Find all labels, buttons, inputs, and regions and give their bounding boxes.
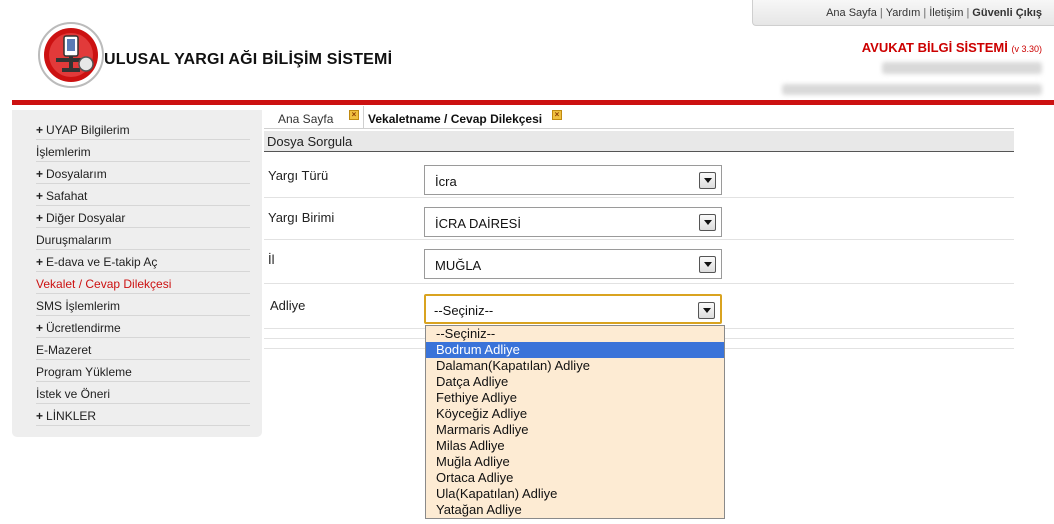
tab-home-label: Ana Sayfa xyxy=(278,112,334,126)
tab-bar: Ana Sayfa × Vekaletname / Cevap Dilekçes… xyxy=(264,106,1054,128)
sidebar-item-label: Diğer Dosyalar xyxy=(46,211,126,225)
adliye-value: --Seçiniz-- xyxy=(434,303,494,318)
il-select[interactable]: MUĞLA xyxy=(424,249,722,279)
sidebar-item[interactable]: + UYAP Bilgilerim xyxy=(36,118,250,140)
sidebar-item[interactable]: SMS İşlemlerim xyxy=(36,294,250,316)
dropdown-option[interactable]: --Seçiniz-- xyxy=(426,326,724,342)
section-title: Dosya Sorgula xyxy=(264,131,1014,152)
adliye-select[interactable]: --Seçiniz-- xyxy=(424,294,722,324)
tab-vekaletname-label: Vekaletname / Cevap Dilekçesi xyxy=(368,112,543,126)
link-separator: | xyxy=(966,7,970,19)
yargi-birimi-value: İCRA DAİRESİ xyxy=(435,216,521,231)
yargi-turu-select[interactable]: İcra xyxy=(424,165,722,195)
contact-link[interactable]: İletişim xyxy=(929,7,963,19)
sidebar-item[interactable]: + Safahat xyxy=(36,184,250,206)
sidebar-item-label: Safahat xyxy=(46,189,88,203)
header-red-divider xyxy=(12,100,1054,105)
sidebar-item-label: E-Mazeret xyxy=(36,343,92,357)
adliye-label: Adliye xyxy=(270,298,306,313)
sidebar-item-label: LİNKLER xyxy=(46,409,97,423)
close-icon[interactable]: × xyxy=(552,110,562,120)
expand-plus-icon: + xyxy=(36,123,44,137)
expand-plus-icon: + xyxy=(36,321,44,335)
sidebar-item[interactable]: + Diğer Dosyalar xyxy=(36,206,250,228)
dropdown-option[interactable]: Datça Adliye xyxy=(426,374,724,390)
sidebar-item[interactable]: E-Mazeret xyxy=(36,338,250,360)
site-title: ULUSAL YARGI AĞI BİLİŞİM SİSTEMİ xyxy=(104,51,393,68)
yargi-birimi-select[interactable]: İCRA DAİRESİ xyxy=(424,207,722,237)
sidebar-item-label: İşlemlerim xyxy=(36,145,91,159)
dropdown-option[interactable]: Yatağan Adliye xyxy=(426,502,724,518)
sidebar-item-label: UYAP Bilgilerim xyxy=(46,123,130,137)
sidebar-item[interactable]: + Ücretlendirme xyxy=(36,316,250,338)
sidebar-item-label: Duruşmalarım xyxy=(36,233,112,247)
sidebar-item[interactable]: + Dosyalarım xyxy=(36,162,250,184)
expand-plus-icon: + xyxy=(36,255,44,269)
tab-underline xyxy=(264,128,1014,129)
dropdown-option[interactable]: Ula(Kapatılan) Adliye xyxy=(426,486,724,502)
yargi-birimi-label: Yargı Birimi xyxy=(268,210,335,225)
adliye-dropdown-list: --Seçiniz-- Bodrum Adliye Dalaman(Kapatıla… xyxy=(425,325,725,519)
link-separator: | xyxy=(879,7,883,19)
sidebar-menu: + UYAP Bilgilerim İşlemlerim + Dosyalarım + Sa… xyxy=(12,110,262,437)
sidebar-item-label: E-dava ve E-takip Aç xyxy=(46,255,158,269)
logout-link[interactable]: Güvenli Çıkış xyxy=(972,7,1042,19)
dropdown-option[interactable]: Ortaca Adliye xyxy=(426,470,724,486)
expand-plus-icon: + xyxy=(36,167,44,181)
chevron-down-icon[interactable] xyxy=(699,256,716,273)
il-value: MUĞLA xyxy=(435,258,482,273)
app-title-text: AVUKAT BİLGİ SİSTEMİ xyxy=(861,40,1008,55)
tab-vekaletname[interactable]: Vekaletname / Cevap Dilekçesi × xyxy=(364,106,562,128)
dropdown-option[interactable]: Bodrum Adliye xyxy=(426,342,724,358)
chevron-down-icon[interactable] xyxy=(699,214,716,231)
home-link[interactable]: Ana Sayfa xyxy=(826,7,877,19)
sidebar-item-label: Dosyalarım xyxy=(46,167,107,181)
app-title: AVUKAT BİLGİ SİSTEMİ (v 3.30) xyxy=(862,40,1042,55)
dropdown-option[interactable]: Marmaris Adliye xyxy=(426,422,724,438)
blurred-user-info xyxy=(882,62,1042,74)
top-links-bar: Ana Sayfa | Yardım | İletişim | Güvenli Çıkış xyxy=(752,0,1054,26)
dropdown-option[interactable]: Fethiye Adliye xyxy=(426,390,724,406)
link-separator: | xyxy=(923,7,927,19)
sidebar-item[interactable]: İstek ve Öneri xyxy=(36,382,250,404)
expand-plus-icon: + xyxy=(36,211,44,225)
page-header: Ana Sayfa | Yardım | İletişim | Güvenli Çıkış … xyxy=(0,0,1054,102)
form-row-yargi-turu: Yargı Türü İcra xyxy=(264,156,1014,198)
uyap-logo-icon xyxy=(38,22,104,88)
dropdown-option[interactable]: Milas Adliye xyxy=(426,438,724,454)
help-link[interactable]: Yardım xyxy=(886,7,921,19)
dropdown-option[interactable]: Köyceğiz Adliye xyxy=(426,406,724,422)
yargi-turu-label: Yargı Türü xyxy=(268,168,329,183)
form-row-yargi-birimi: Yargı Birimi İCRA DAİRESİ xyxy=(264,198,1014,240)
sidebar-item[interactable]: Duruşmalarım xyxy=(36,228,250,250)
yargi-turu-value: İcra xyxy=(435,174,457,189)
tab-home[interactable]: Ana Sayfa × xyxy=(264,106,364,128)
sidebar-item-label: Ücretlendirme xyxy=(46,321,121,335)
dropdown-option[interactable]: Muğla Adliye xyxy=(426,454,724,470)
sidebar-item[interactable]: İşlemlerim xyxy=(36,140,250,162)
il-label: İl xyxy=(268,252,275,267)
sidebar-item-label: Program Yükleme xyxy=(36,365,132,379)
close-icon[interactable]: × xyxy=(349,110,359,120)
sidebar-item[interactable]: + LİNKLER xyxy=(36,404,250,426)
expand-plus-icon: + xyxy=(36,409,44,423)
app-version: (v 3.30) xyxy=(1011,44,1042,54)
blurred-date-info xyxy=(782,84,1042,95)
expand-plus-icon: + xyxy=(36,189,44,203)
sidebar-item-label: Vekalet / Cevap Dilekçesi xyxy=(36,277,172,291)
form-row-il: İl MUĞLA xyxy=(264,240,1014,284)
chevron-down-icon[interactable] xyxy=(698,302,715,319)
sidebar-item[interactable]: Program Yükleme xyxy=(36,360,250,382)
sidebar-item[interactable]: + E-dava ve E-takip Aç xyxy=(36,250,250,272)
sidebar-item-label: SMS İşlemlerim xyxy=(36,299,121,313)
chevron-down-icon[interactable] xyxy=(699,172,716,189)
form-row-adliye: Adliye --Seçiniz-- xyxy=(264,284,1014,329)
sidebar-item-label: İstek ve Öneri xyxy=(36,387,111,401)
dropdown-option[interactable]: Dalaman(Kapatılan) Adliye xyxy=(426,358,724,374)
sidebar-item[interactable]: Vekalet / Cevap Dilekçesi xyxy=(36,272,250,294)
